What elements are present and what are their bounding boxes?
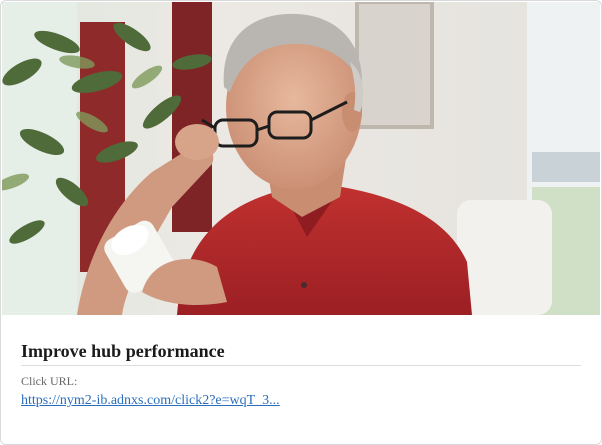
click-url-link[interactable]: https://nym2-ib.adnxs.com/click2?e=wqT_3… [21,393,280,409]
ad-card-body: Improve hub performance Click URL: https… [21,315,581,409]
ad-title[interactable]: Improve hub performance [21,315,581,366]
photo-illustration [2,2,600,315]
click-url-label: Click URL: [21,374,78,388]
ad-image[interactable] [2,2,600,315]
ad-card: Improve hub performance Click URL: https… [0,0,602,445]
